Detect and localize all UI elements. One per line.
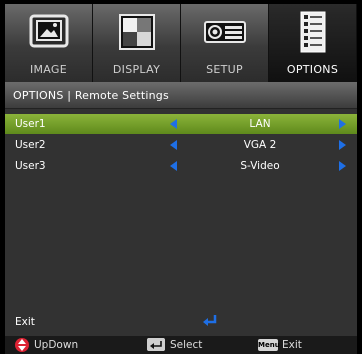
menu-key-icon: Menu (258, 339, 280, 351)
updown-icon (15, 338, 29, 352)
arrow-left-icon[interactable] (170, 140, 177, 150)
options-panel: OPTIONS | Remote Settings User1 LAN User… (5, 82, 357, 354)
setting-value: S-Video (240, 160, 280, 172)
setting-label: User1 (15, 118, 46, 130)
breadcrumb-text: OPTIONS | Remote Settings (13, 89, 169, 102)
breadcrumb: OPTIONS | Remote Settings (5, 82, 357, 109)
tab-label: OPTIONS (286, 63, 339, 76)
tab-label: SETUP (206, 63, 243, 76)
setting-row-user2[interactable]: User2 VGA 2 (5, 135, 357, 155)
options-icon (300, 11, 326, 53)
tab-image[interactable]: IMAGE (5, 4, 93, 82)
hint-text: Select (170, 339, 203, 351)
arrow-left-icon[interactable] (170, 119, 177, 129)
arrow-right-icon[interactable] (339, 161, 346, 171)
setting-label: User2 (15, 139, 46, 151)
setup-icon (204, 21, 246, 43)
setting-row-user3[interactable]: User3 S-Video (5, 156, 357, 176)
arrow-right-icon[interactable] (339, 140, 346, 150)
hint-text: UpDown (34, 339, 79, 351)
display-icon (119, 14, 155, 50)
arrow-left-icon[interactable] (170, 161, 177, 171)
setting-value: VGA 2 (243, 139, 277, 151)
tab-label: DISPLAY (112, 63, 161, 76)
enter-icon (203, 315, 217, 326)
exit-label: Exit (15, 316, 35, 328)
tab-display[interactable]: DISPLAY (93, 4, 181, 82)
exit-row[interactable]: Exit (5, 312, 357, 332)
tab-label: IMAGE (29, 63, 68, 76)
arrow-right-icon[interactable] (339, 119, 346, 129)
footer-hints: UpDown Select Menu Exit (5, 336, 357, 354)
tab-bar: IMAGE DISPLAY SETUP OPTIONS (5, 4, 357, 82)
tab-options[interactable]: OPTIONS (269, 4, 357, 82)
hint-text: Exit (282, 339, 302, 351)
setting-value: LAN (249, 118, 271, 130)
setting-label: User3 (15, 160, 46, 172)
setting-row-user1[interactable]: User1 LAN (5, 114, 357, 134)
image-icon (29, 14, 69, 48)
tab-setup[interactable]: SETUP (181, 4, 269, 82)
enter-key-icon (147, 338, 165, 351)
osd-menu: IMAGE DISPLAY SETUP OPTIONS OPTIONS | Re… (0, 0, 362, 354)
